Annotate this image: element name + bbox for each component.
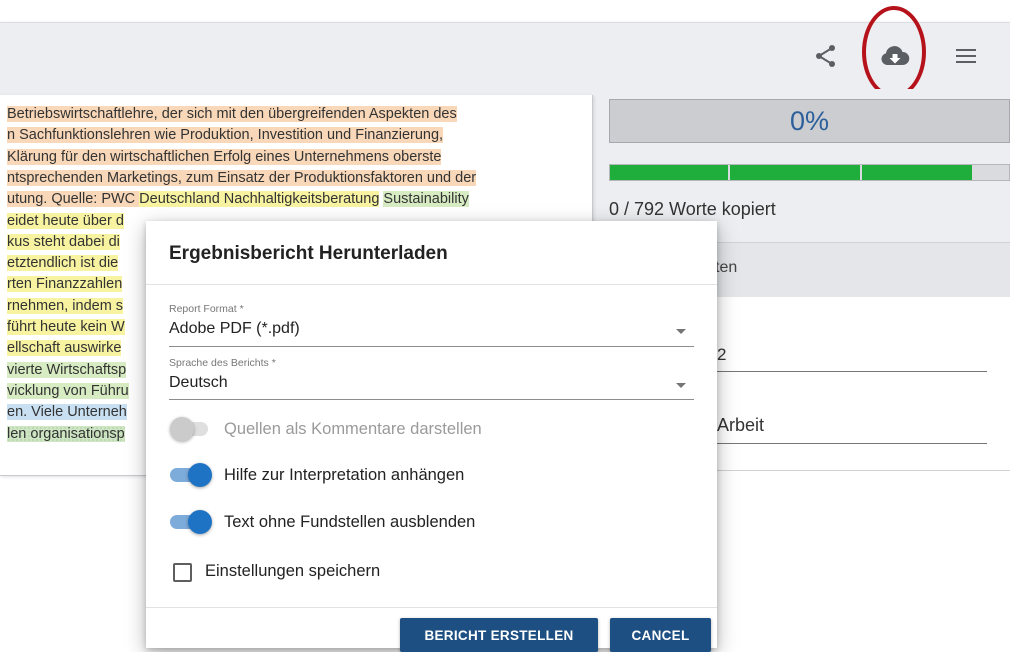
highlighted-text-segment[interactable]: en. Viele Unterneh (7, 404, 127, 421)
report-format-value: Adobe PDF (*.pdf) (169, 320, 300, 337)
document-line: rten Finanzzahlen (7, 274, 123, 295)
chevron-down-icon (676, 329, 686, 334)
highlighted-text-segment[interactable]: utung. Quelle: PWC (7, 191, 140, 208)
toggle-hide-unmatched-text-label: Text ohne Fundstellen ausblenden (224, 513, 476, 531)
report-language-select[interactable]: Sprache des Berichts * Deutsch (169, 357, 694, 400)
save-settings-label: Einstellungen speichern (205, 562, 381, 580)
download-report-dialog: Ergebnisbericht Herunterladen Report For… (146, 221, 717, 652)
progress-segment (610, 165, 728, 180)
highlighted-text-segment[interactable]: führt heute kein W (7, 319, 125, 335)
highlighted-text-segment[interactable]: ntsprechenden Marketings, zum Einsatz de… (7, 169, 477, 186)
card-field-2[interactable]: Arbeit (717, 415, 987, 444)
highlighted-text-segment[interactable]: ellschaft auswirke (7, 340, 122, 357)
document-line: Betriebswirtschaftlehre, der sich mit de… (7, 104, 457, 125)
report-format-select[interactable]: Report Format * Adobe PDF (*.pdf) (169, 303, 694, 347)
toggle-hide-unmatched-text[interactable] (170, 510, 212, 534)
document-line: rnehmen, indem s (7, 296, 124, 317)
document-line: ellschaft auswirke (7, 338, 122, 359)
document-line: n Sachfunktionslehren wie Produktion, In… (7, 125, 444, 146)
toggle-knob (188, 463, 212, 487)
hamburger-menu-icon[interactable] (946, 23, 986, 89)
document-line: kus steht dabei di (7, 232, 120, 253)
cloud-download-icon[interactable] (875, 23, 915, 89)
highlighted-text-segment[interactable]: kus steht dabei di (7, 233, 120, 250)
highlighted-text-segment[interactable]: etztendlich ist die (7, 255, 119, 272)
document-line: ntsprechenden Marketings, zum Einsatz de… (7, 168, 477, 189)
card-field-1[interactable]: 2 (717, 345, 987, 372)
toggle-interpretation-help-label: Hilfe zur Interpretation anhängen (224, 466, 465, 484)
document-line: Klärung für den wirtschaftlichen Erfolg … (7, 147, 442, 168)
dialog-divider-bottom (146, 607, 717, 608)
progress-segment (730, 165, 860, 180)
document-line: vicklung von Führu (7, 381, 129, 402)
document-line: führt heute kein W (7, 317, 125, 338)
highlighted-text-segment[interactable]: Deutschland Nachhaltigkeitsberatung (139, 191, 380, 208)
highlighted-text-segment[interactable]: eidet heute über d (7, 212, 124, 229)
share-icon[interactable] (806, 23, 846, 89)
toggle-knob (170, 417, 194, 441)
words-copied-text: 0 / 792 Worte kopiert (609, 199, 776, 219)
cancel-button[interactable]: CANCEL (610, 618, 711, 652)
chevron-down-icon (676, 383, 686, 388)
dialog-divider-top (146, 284, 717, 285)
document-line: utung. Quelle: PWC Deutschland Nachhalti… (7, 189, 469, 210)
dialog-title: Ergebnisbericht Herunterladen (169, 243, 448, 264)
toggle-sources-as-comments-label: Quellen als Kommentare darstellen (224, 420, 482, 438)
top-toolbar (0, 22, 1010, 90)
toggle-interpretation-help[interactable] (170, 463, 212, 487)
document-line: eidet heute über d (7, 211, 124, 232)
highlighted-text-segment[interactable]: Klärung für den wirtschaftlichen Erfolg … (7, 148, 442, 165)
progress-segment (862, 165, 972, 180)
card-header-label: ten (715, 259, 738, 276)
toggle-knob (188, 510, 212, 534)
highlighted-text-segment[interactable]: vicklung von Führu (7, 382, 129, 399)
save-settings-checkbox[interactable] (173, 563, 192, 582)
progress-bar (609, 164, 1010, 181)
create-report-button[interactable]: BERICHT ERSTELLEN (400, 618, 598, 652)
document-line: len organisationsp (7, 424, 125, 445)
highlighted-text-segment[interactable]: vierte Wirtschaftsp (7, 361, 127, 378)
document-line: vierte Wirtschaftsp (7, 360, 127, 381)
highlighted-text-segment[interactable]: Sustainability (383, 191, 469, 208)
highlighted-text-segment[interactable]: n Sachfunktionslehren wie Produktion, In… (7, 127, 444, 144)
toggle-sources-as-comments[interactable] (170, 417, 212, 441)
highlighted-text-segment[interactable]: rnehmen, indem s (7, 297, 124, 314)
document-line: etztendlich ist die (7, 253, 119, 274)
highlighted-text-segment[interactable]: len organisationsp (7, 425, 125, 442)
similarity-percent: 0% (609, 99, 1010, 143)
report-format-label: Report Format * (169, 303, 244, 315)
highlighted-text-segment[interactable]: Betriebswirtschaftlehre, der sich mit de… (7, 106, 457, 122)
highlighted-text-segment[interactable]: rten Finanzzahlen (7, 276, 123, 293)
document-line: en. Viele Unterneh (7, 402, 127, 423)
language-value: Deutsch (169, 374, 228, 391)
language-label: Sprache des Berichts * (169, 357, 276, 369)
